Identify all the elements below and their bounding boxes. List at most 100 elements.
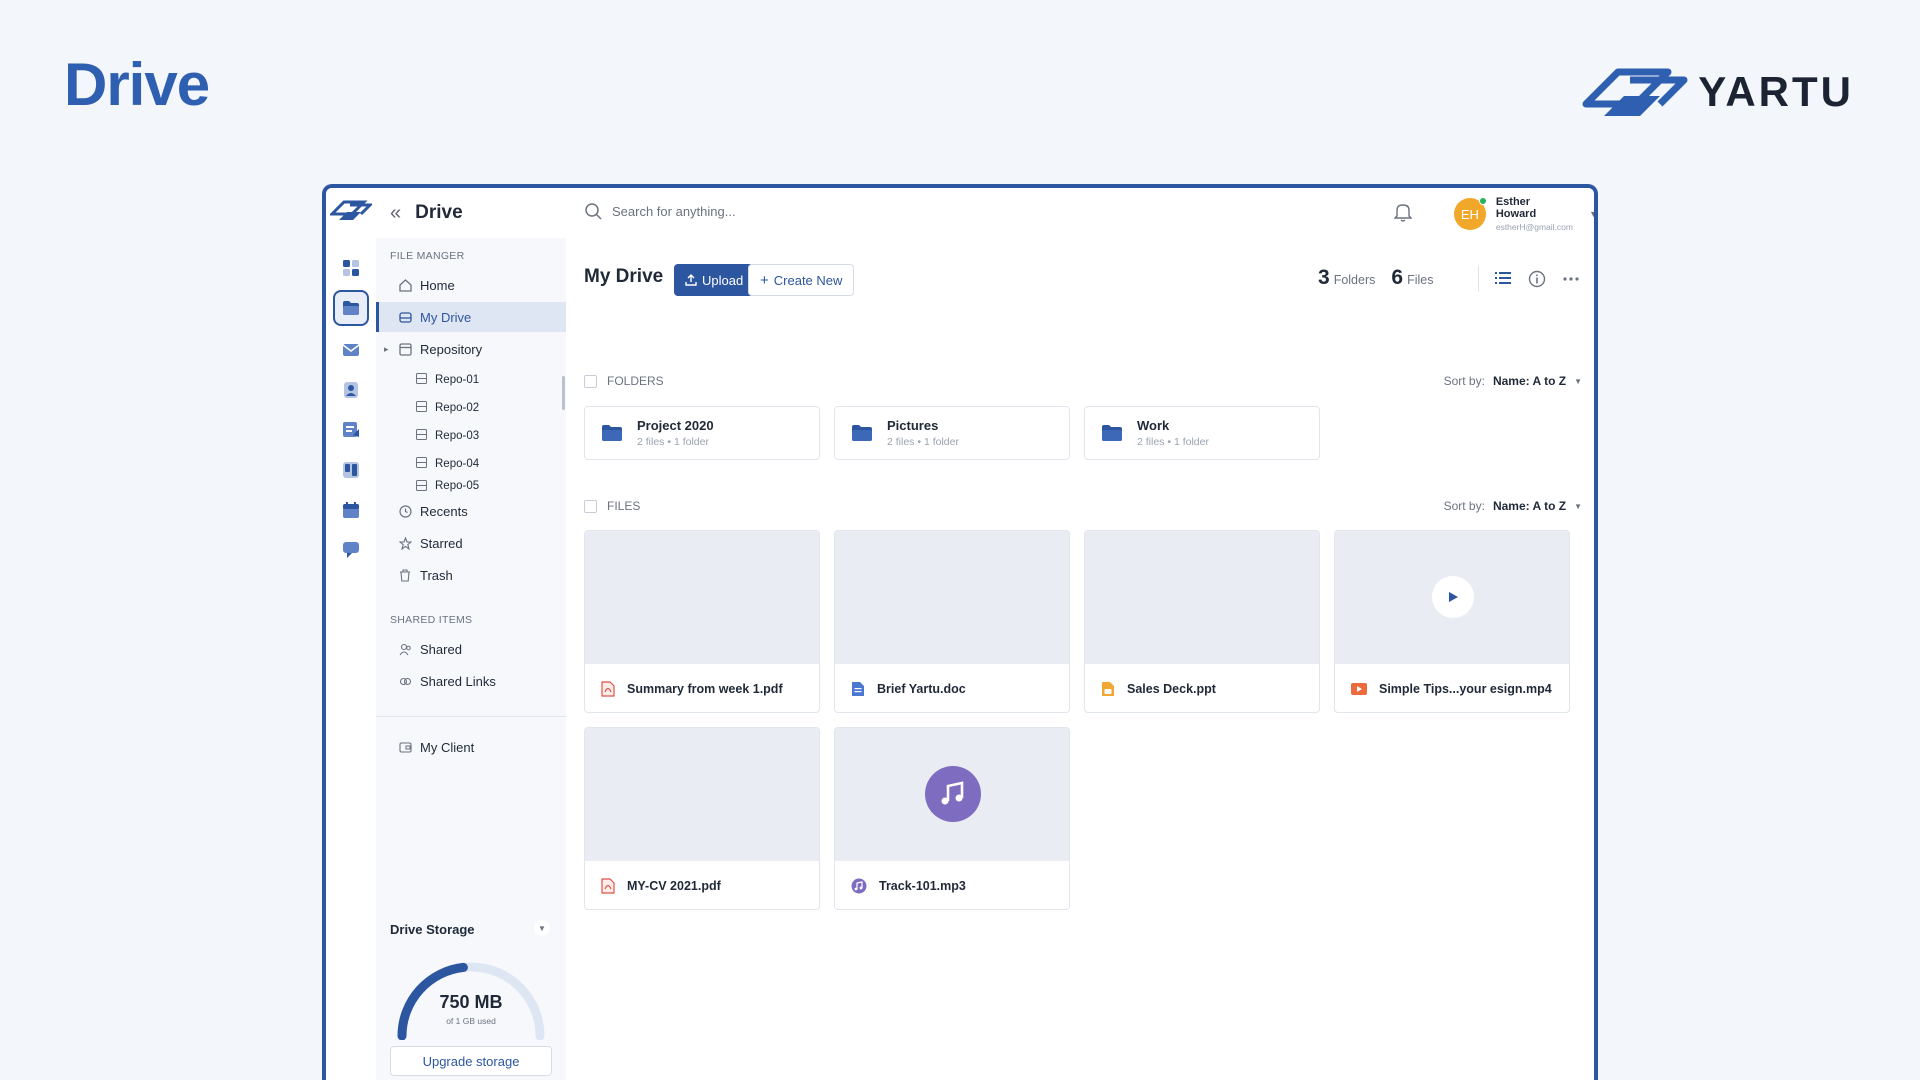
repo-label: Repo-05 bbox=[435, 480, 480, 492]
repo-item[interactable]: Repo-02 bbox=[376, 394, 566, 422]
notes-icon[interactable] bbox=[333, 412, 369, 448]
sidebar-item-home[interactable]: Home bbox=[376, 270, 566, 300]
info-icon[interactable] bbox=[1528, 270, 1546, 293]
file-name: Simple Tips...your esign.mp4 bbox=[1379, 682, 1552, 696]
sidebar-scrollbar[interactable] bbox=[562, 376, 565, 410]
storage-sub: of 1 GB used bbox=[446, 1016, 496, 1026]
video-icon bbox=[1351, 683, 1367, 695]
repo-label: Repo-01 bbox=[435, 374, 480, 386]
sidebar-item-my-drive[interactable]: My Drive bbox=[376, 302, 566, 332]
repo-item[interactable]: Repo-05 bbox=[376, 478, 566, 492]
chevron-down-icon[interactable]: ▼ bbox=[1589, 209, 1594, 219]
repo-label: Repo-02 bbox=[435, 402, 480, 414]
sidebar-item-label: My Client bbox=[420, 739, 475, 755]
contacts-icon[interactable] bbox=[333, 372, 369, 408]
section-file-manager: FILE MANGER bbox=[390, 250, 465, 262]
upload-button[interactable]: Upload bbox=[674, 264, 755, 296]
board-icon[interactable] bbox=[333, 452, 369, 488]
select-all-folders-checkbox[interactable] bbox=[584, 374, 597, 388]
calendar-icon[interactable] bbox=[333, 492, 369, 528]
list-view-icon[interactable] bbox=[1494, 270, 1512, 291]
more-options-icon[interactable] bbox=[1562, 270, 1580, 293]
folder-card[interactable]: Project 2020 2 files • 1 folder bbox=[584, 406, 820, 460]
file-name: MY-CV 2021.pdf bbox=[627, 879, 721, 893]
storage-used: 750 MB bbox=[439, 992, 503, 1012]
item-counts: 3 Folders 6 Files bbox=[1318, 266, 1445, 290]
folders-sort[interactable]: Sort by: Name: A to Z ▼ bbox=[1444, 374, 1582, 388]
brand-name: YARTU bbox=[1698, 68, 1854, 115]
repo-icon bbox=[416, 480, 427, 492]
upgrade-storage-button[interactable]: Upgrade storage bbox=[390, 1046, 552, 1076]
folder-card[interactable]: Pictures 2 files • 1 folder bbox=[834, 406, 1070, 460]
file-card[interactable]: Simple Tips...your esign.mp4 bbox=[1334, 530, 1570, 713]
chat-icon[interactable] bbox=[333, 532, 369, 568]
dashboard-icon[interactable] bbox=[333, 250, 369, 286]
files-sort[interactable]: Sort by: Name: A to Z ▼ bbox=[1444, 499, 1582, 513]
sidebar-item-label: Recents bbox=[420, 503, 468, 519]
chevron-down-icon: ▼ bbox=[1574, 376, 1582, 386]
users-icon bbox=[398, 642, 412, 656]
folders-section-header: FOLDERS bbox=[584, 374, 664, 388]
chevron-down-icon[interactable]: ▼ bbox=[534, 920, 550, 936]
sidebar-item-repository[interactable]: ▸ Repository bbox=[376, 334, 566, 364]
repository-icon bbox=[398, 342, 412, 356]
storage-title: Drive Storage bbox=[390, 922, 475, 937]
sort-value: Name: A to Z bbox=[1492, 374, 1567, 388]
file-name: Track-101.mp3 bbox=[879, 879, 966, 893]
create-new-button[interactable]: + Create New bbox=[748, 264, 855, 296]
sidebar-item-label: Repository bbox=[420, 341, 483, 357]
avatar[interactable]: EH bbox=[1454, 197, 1487, 230]
play-button[interactable] bbox=[1432, 576, 1474, 618]
file-card[interactable]: Track-101.mp3 bbox=[834, 727, 1070, 910]
toolbar-divider bbox=[1478, 266, 1479, 292]
folders-section-label: FOLDERS bbox=[607, 374, 664, 388]
caret-right-icon[interactable]: ▸ bbox=[384, 344, 389, 355]
repo-label: Repo-04 bbox=[435, 458, 480, 470]
mail-icon[interactable] bbox=[333, 332, 369, 368]
sidebar-header: « Drive bbox=[376, 188, 566, 238]
user-menu[interactable]: EH Esther Howard estherH@gmail.com ▼ bbox=[1454, 196, 1594, 232]
files-section-header: FILES bbox=[584, 499, 640, 513]
file-card[interactable]: Sales Deck.ppt bbox=[1084, 530, 1320, 713]
drive-rail-icon[interactable] bbox=[333, 290, 369, 326]
app-logo-icon[interactable] bbox=[328, 196, 374, 229]
repo-icon bbox=[416, 373, 427, 387]
folder-meta: 2 files • 1 folder bbox=[1137, 436, 1209, 448]
chevron-down-icon: ▼ bbox=[1574, 501, 1582, 511]
sidebar-item-my-client[interactable]: My Client bbox=[376, 732, 566, 762]
topbar: Search for anything... EH Esther Howard … bbox=[566, 188, 1594, 238]
bell-icon[interactable] bbox=[1393, 202, 1413, 227]
client-icon bbox=[398, 740, 412, 754]
sidebar-item-label: Shared Links bbox=[420, 673, 496, 689]
folder-meta: 2 files • 1 folder bbox=[637, 436, 709, 448]
folders-count: 3 bbox=[1318, 266, 1330, 289]
sidebar-item-label: Shared bbox=[420, 641, 462, 657]
sidebar-item-label: My Drive bbox=[420, 309, 472, 325]
repo-item[interactable]: Repo-04 bbox=[376, 450, 566, 478]
folder-name: Work bbox=[1137, 418, 1170, 433]
select-all-files-checkbox[interactable] bbox=[584, 499, 597, 513]
link-icon bbox=[398, 674, 412, 688]
files-count-label: Files bbox=[1407, 273, 1434, 287]
sidebar-item-recents[interactable]: Recents bbox=[376, 496, 566, 526]
repo-icon bbox=[416, 457, 427, 471]
sidebar-item-trash[interactable]: Trash bbox=[376, 560, 566, 590]
sidebar-item-starred[interactable]: Starred bbox=[376, 528, 566, 558]
file-card[interactable]: Summary from week 1.pdf bbox=[584, 530, 820, 713]
doc-icon bbox=[852, 682, 864, 696]
search-input[interactable]: Search for anything... bbox=[584, 202, 736, 220]
file-card[interactable]: Brief Yartu.doc bbox=[834, 530, 1070, 713]
folder-card[interactable]: Work 2 files • 1 folder bbox=[1084, 406, 1320, 460]
sidebar-item-shared[interactable]: Shared bbox=[376, 634, 566, 664]
music-note-icon bbox=[925, 766, 981, 822]
repo-item[interactable]: Repo-01 bbox=[376, 366, 566, 394]
sidebar-title: Drive bbox=[415, 202, 463, 223]
file-card[interactable]: MY-CV 2021.pdf bbox=[584, 727, 820, 910]
repo-item[interactable]: Repo-03 bbox=[376, 422, 566, 450]
search-placeholder: Search for anything... bbox=[612, 203, 736, 219]
folder-icon bbox=[1102, 425, 1122, 441]
collapse-icon[interactable]: « bbox=[390, 203, 401, 223]
create-new-label: Create New bbox=[773, 272, 843, 288]
page-title: Drive bbox=[64, 51, 210, 118]
sidebar-item-shared-links[interactable]: Shared Links bbox=[376, 666, 566, 696]
